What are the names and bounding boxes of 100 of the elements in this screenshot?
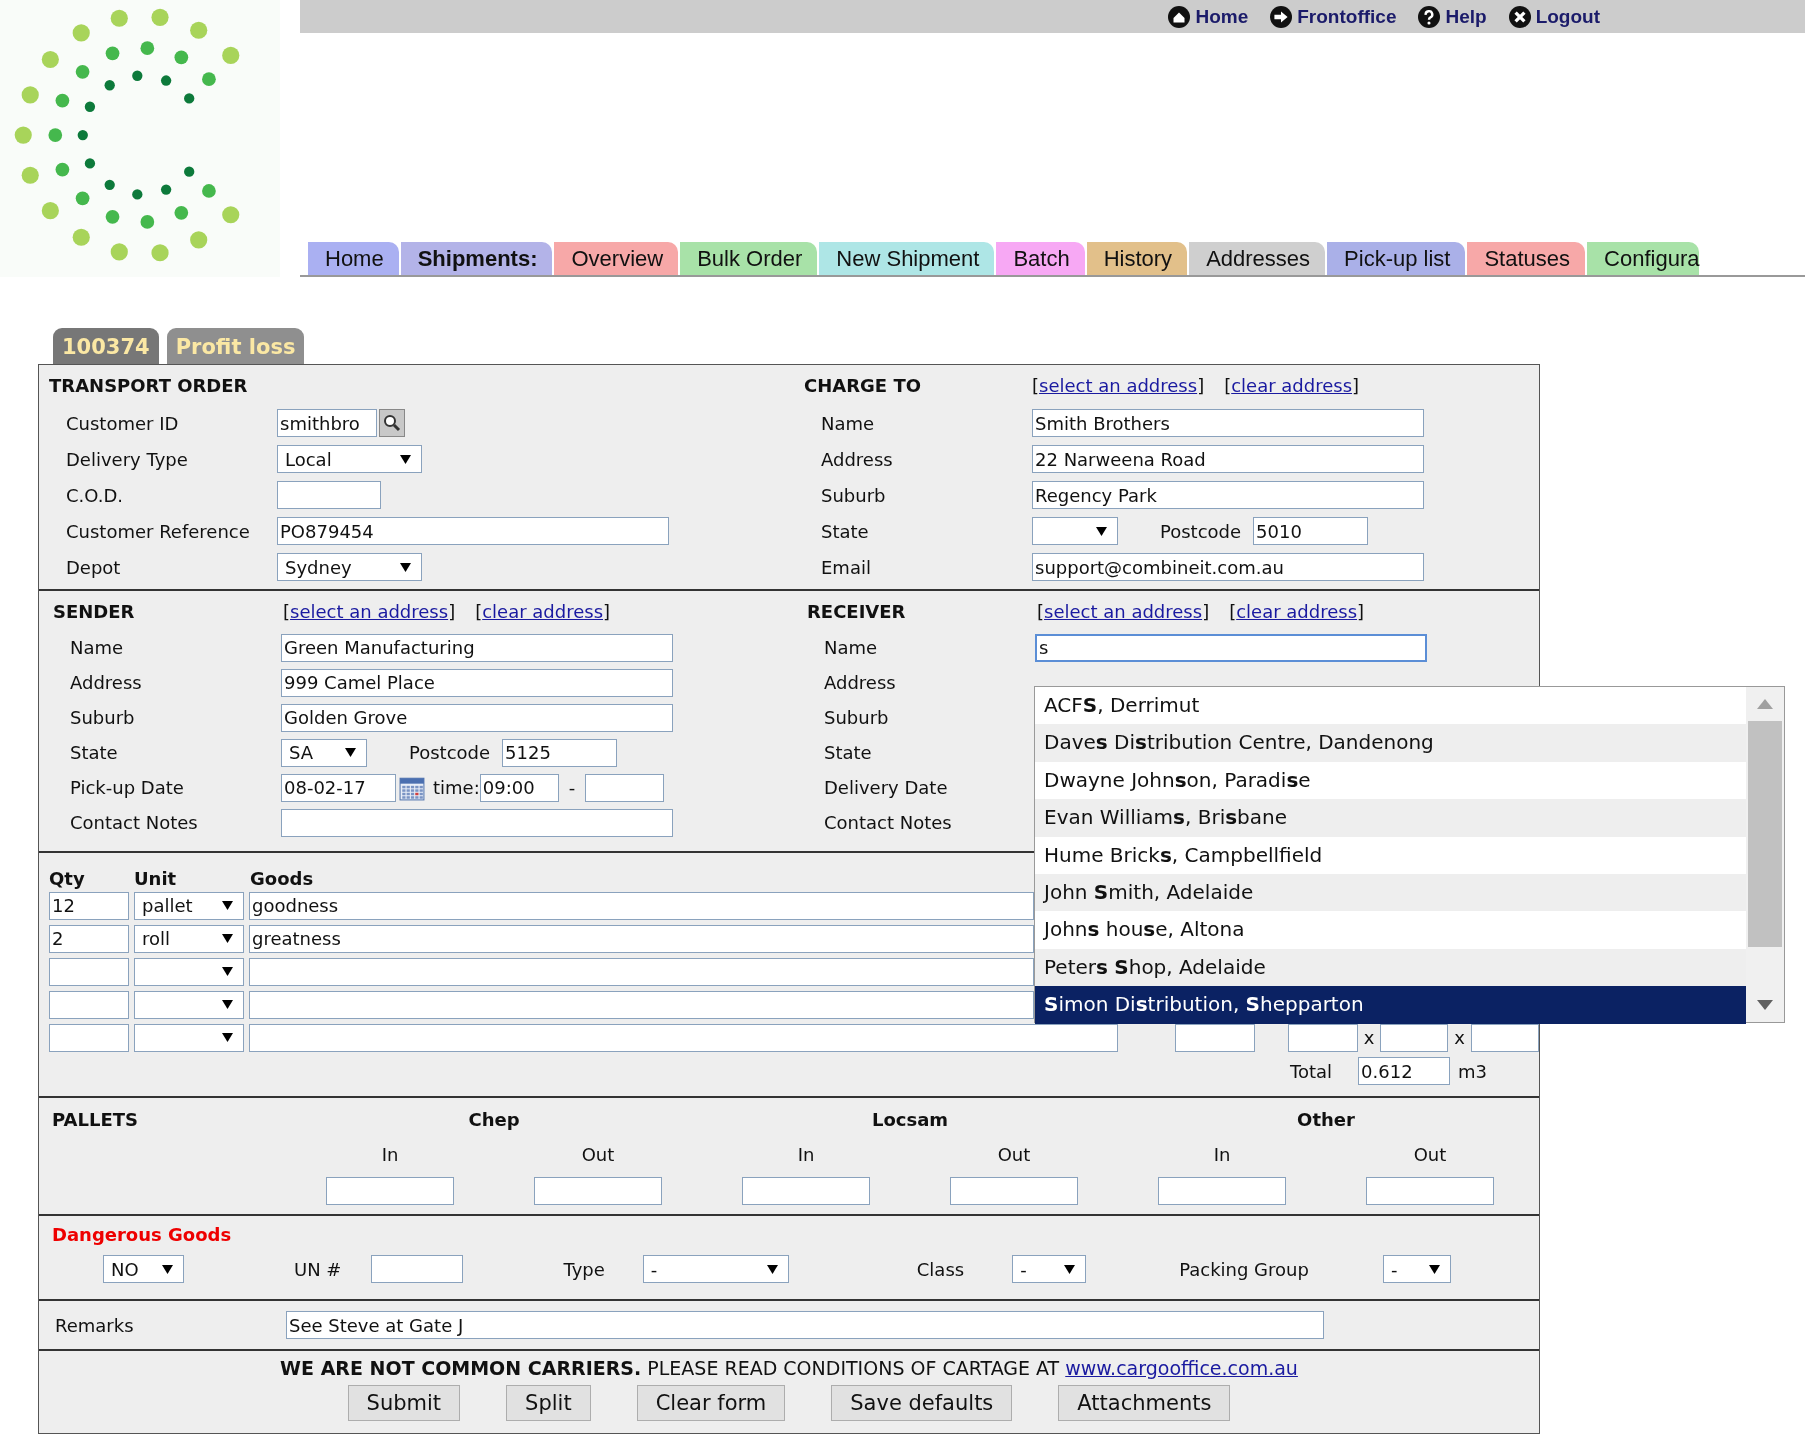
website-link[interactable]: www.cargooffice.com.au xyxy=(1065,1357,1298,1379)
time-field[interactable] xyxy=(585,773,665,802)
dimension-field[interactable] xyxy=(1380,1023,1449,1052)
pallet-field[interactable] xyxy=(1366,1177,1494,1205)
scroll-up-icon[interactable] xyxy=(1757,699,1773,709)
suggestion-item[interactable]: Peters Shop, Adelaide xyxy=(1035,948,1746,987)
nav-tab[interactable]: Configura xyxy=(1587,242,1700,275)
pallet-field[interactable] xyxy=(950,1177,1078,1205)
suggestion-item[interactable]: Evan Williams, Brisbane xyxy=(1035,799,1746,837)
dimension-field[interactable] xyxy=(1287,1023,1358,1052)
postcode-field[interactable]: 5125 xyxy=(502,738,618,767)
times-sign: x xyxy=(1454,1027,1465,1048)
unit-dropdown[interactable]: pallet xyxy=(134,891,244,920)
top-link[interactable]: Frontoffice xyxy=(1270,5,1397,28)
address-link[interactable]: clear address xyxy=(482,600,604,622)
input-field[interactable]: support@combineit.com.au xyxy=(1032,553,1424,581)
scrollbar[interactable] xyxy=(1746,687,1784,1022)
dropdown[interactable]: NO xyxy=(103,1255,184,1283)
qty-field[interactable] xyxy=(49,957,129,986)
address-link[interactable]: select an address xyxy=(1044,600,1203,622)
suggestion-item[interactable]: Simon Distribution, Shepparton xyxy=(1035,986,1746,1024)
pallet-field[interactable] xyxy=(534,1177,662,1205)
dropdown[interactable]: - xyxy=(642,1255,789,1283)
dropdown[interactable]: Local xyxy=(277,445,422,473)
unit-dropdown[interactable] xyxy=(134,957,244,986)
unit-dropdown[interactable] xyxy=(134,990,244,1019)
form-button[interactable]: Clear form xyxy=(636,1385,786,1421)
time-field[interactable]: 09:00 xyxy=(479,773,559,802)
suggestion-item[interactable]: Daves Distribution Centre, Dandenong xyxy=(1035,724,1746,762)
goods-field[interactable]: greatness xyxy=(249,924,1034,953)
qty-field[interactable]: 2 xyxy=(49,924,129,953)
goods-field[interactable] xyxy=(248,1023,1118,1052)
nav-tab[interactable]: Home xyxy=(308,242,399,275)
address-link[interactable]: clear address xyxy=(1231,374,1353,396)
input-field[interactable]: Smith Brothers xyxy=(1032,409,1424,437)
input-field[interactable]: Green Manufacturing xyxy=(281,633,673,662)
nav-tab[interactable]: Bulk Order xyxy=(680,242,818,275)
nav-tab[interactable]: Overview xyxy=(554,242,679,275)
input-field[interactable]: Golden Grove xyxy=(281,703,673,732)
dropdown[interactable]: - xyxy=(1012,1255,1087,1283)
input-field[interactable] xyxy=(277,481,381,509)
pallet-field[interactable] xyxy=(326,1177,454,1205)
form-button[interactable]: Attachments xyxy=(1058,1385,1231,1421)
dropdown[interactable]: - xyxy=(1382,1255,1451,1283)
scroll-thumb[interactable] xyxy=(1748,721,1782,947)
home-icon xyxy=(1168,5,1191,28)
nav-tab[interactable]: Addresses xyxy=(1189,242,1326,275)
column-label: Out xyxy=(996,1143,1032,1165)
address-link[interactable]: select an address xyxy=(1039,374,1198,396)
qty-field[interactable] xyxy=(49,990,129,1019)
goods-field[interactable] xyxy=(249,957,1034,986)
unit-dropdown[interactable]: roll xyxy=(134,924,244,953)
unit-dropdown[interactable] xyxy=(134,1023,244,1052)
form-button[interactable]: Submit xyxy=(347,1385,461,1421)
input-field[interactable]: 22 Narweena Road xyxy=(1032,445,1424,473)
input-field[interactable]: 999 Camel Place xyxy=(281,668,673,697)
input-field[interactable]: smithbro xyxy=(277,409,377,437)
nav-tab[interactable]: Pick-up list xyxy=(1327,242,1466,275)
total-field[interactable]: 0.612 xyxy=(1358,1057,1451,1085)
input-field[interactable] xyxy=(281,808,673,837)
nav-tab[interactable]: New Shipment xyxy=(819,242,995,275)
top-link[interactable]: Help xyxy=(1418,5,1487,28)
top-link[interactable]: Logout xyxy=(1508,5,1600,28)
state-dropdown[interactable]: SA xyxy=(281,738,367,767)
help-icon xyxy=(1418,5,1441,28)
form-tab[interactable]: 100374 xyxy=(53,328,159,364)
postcode-field[interactable]: 5010 xyxy=(1253,517,1369,545)
qty-field[interactable]: 12 xyxy=(49,891,129,920)
form-button[interactable]: Split xyxy=(506,1385,591,1421)
address-link[interactable]: select an address xyxy=(290,600,449,622)
top-link[interactable]: Home xyxy=(1168,5,1249,28)
dimension-field[interactable] xyxy=(1471,1023,1539,1052)
input-field[interactable] xyxy=(1174,1023,1255,1052)
dropdown[interactable]: Sydney xyxy=(277,553,422,581)
suggestion-item[interactable]: John Smith, Adelaide xyxy=(1035,873,1746,912)
address-link[interactable]: clear address xyxy=(1236,600,1358,622)
field-label: Email xyxy=(820,556,872,578)
input-field[interactable]: PO879454 xyxy=(277,517,669,545)
pallet-field[interactable] xyxy=(742,1177,870,1205)
form-button[interactable]: Save defaults xyxy=(831,1385,1013,1421)
input-field[interactable]: s xyxy=(1035,633,1427,662)
input-field[interactable] xyxy=(371,1255,464,1283)
nav-tab[interactable]: History xyxy=(1086,242,1188,275)
nav-tab[interactable]: Statuses xyxy=(1467,242,1586,275)
dash: - xyxy=(568,777,576,798)
input-field[interactable]: Regency Park xyxy=(1032,481,1424,509)
scroll-down-icon[interactable] xyxy=(1757,1000,1773,1010)
state-dropdown[interactable] xyxy=(1032,517,1118,545)
remarks-field[interactable]: See Steve at Gate J xyxy=(286,1311,1324,1339)
goods-field[interactable]: goodness xyxy=(249,891,1034,920)
postcode-label: Postcode xyxy=(409,742,491,763)
pallet-field[interactable] xyxy=(1158,1177,1286,1205)
date-field[interactable]: 08-02-17 xyxy=(281,773,396,802)
nav-tab[interactable]: Batch xyxy=(996,242,1085,275)
caret-icon xyxy=(222,901,233,910)
search-icon[interactable] xyxy=(379,409,405,437)
nav-tab[interactable]: Shipments: xyxy=(400,242,553,275)
qty-field[interactable] xyxy=(49,1023,129,1052)
postcode-label: Postcode xyxy=(1160,520,1242,542)
goods-field[interactable] xyxy=(249,990,1034,1019)
